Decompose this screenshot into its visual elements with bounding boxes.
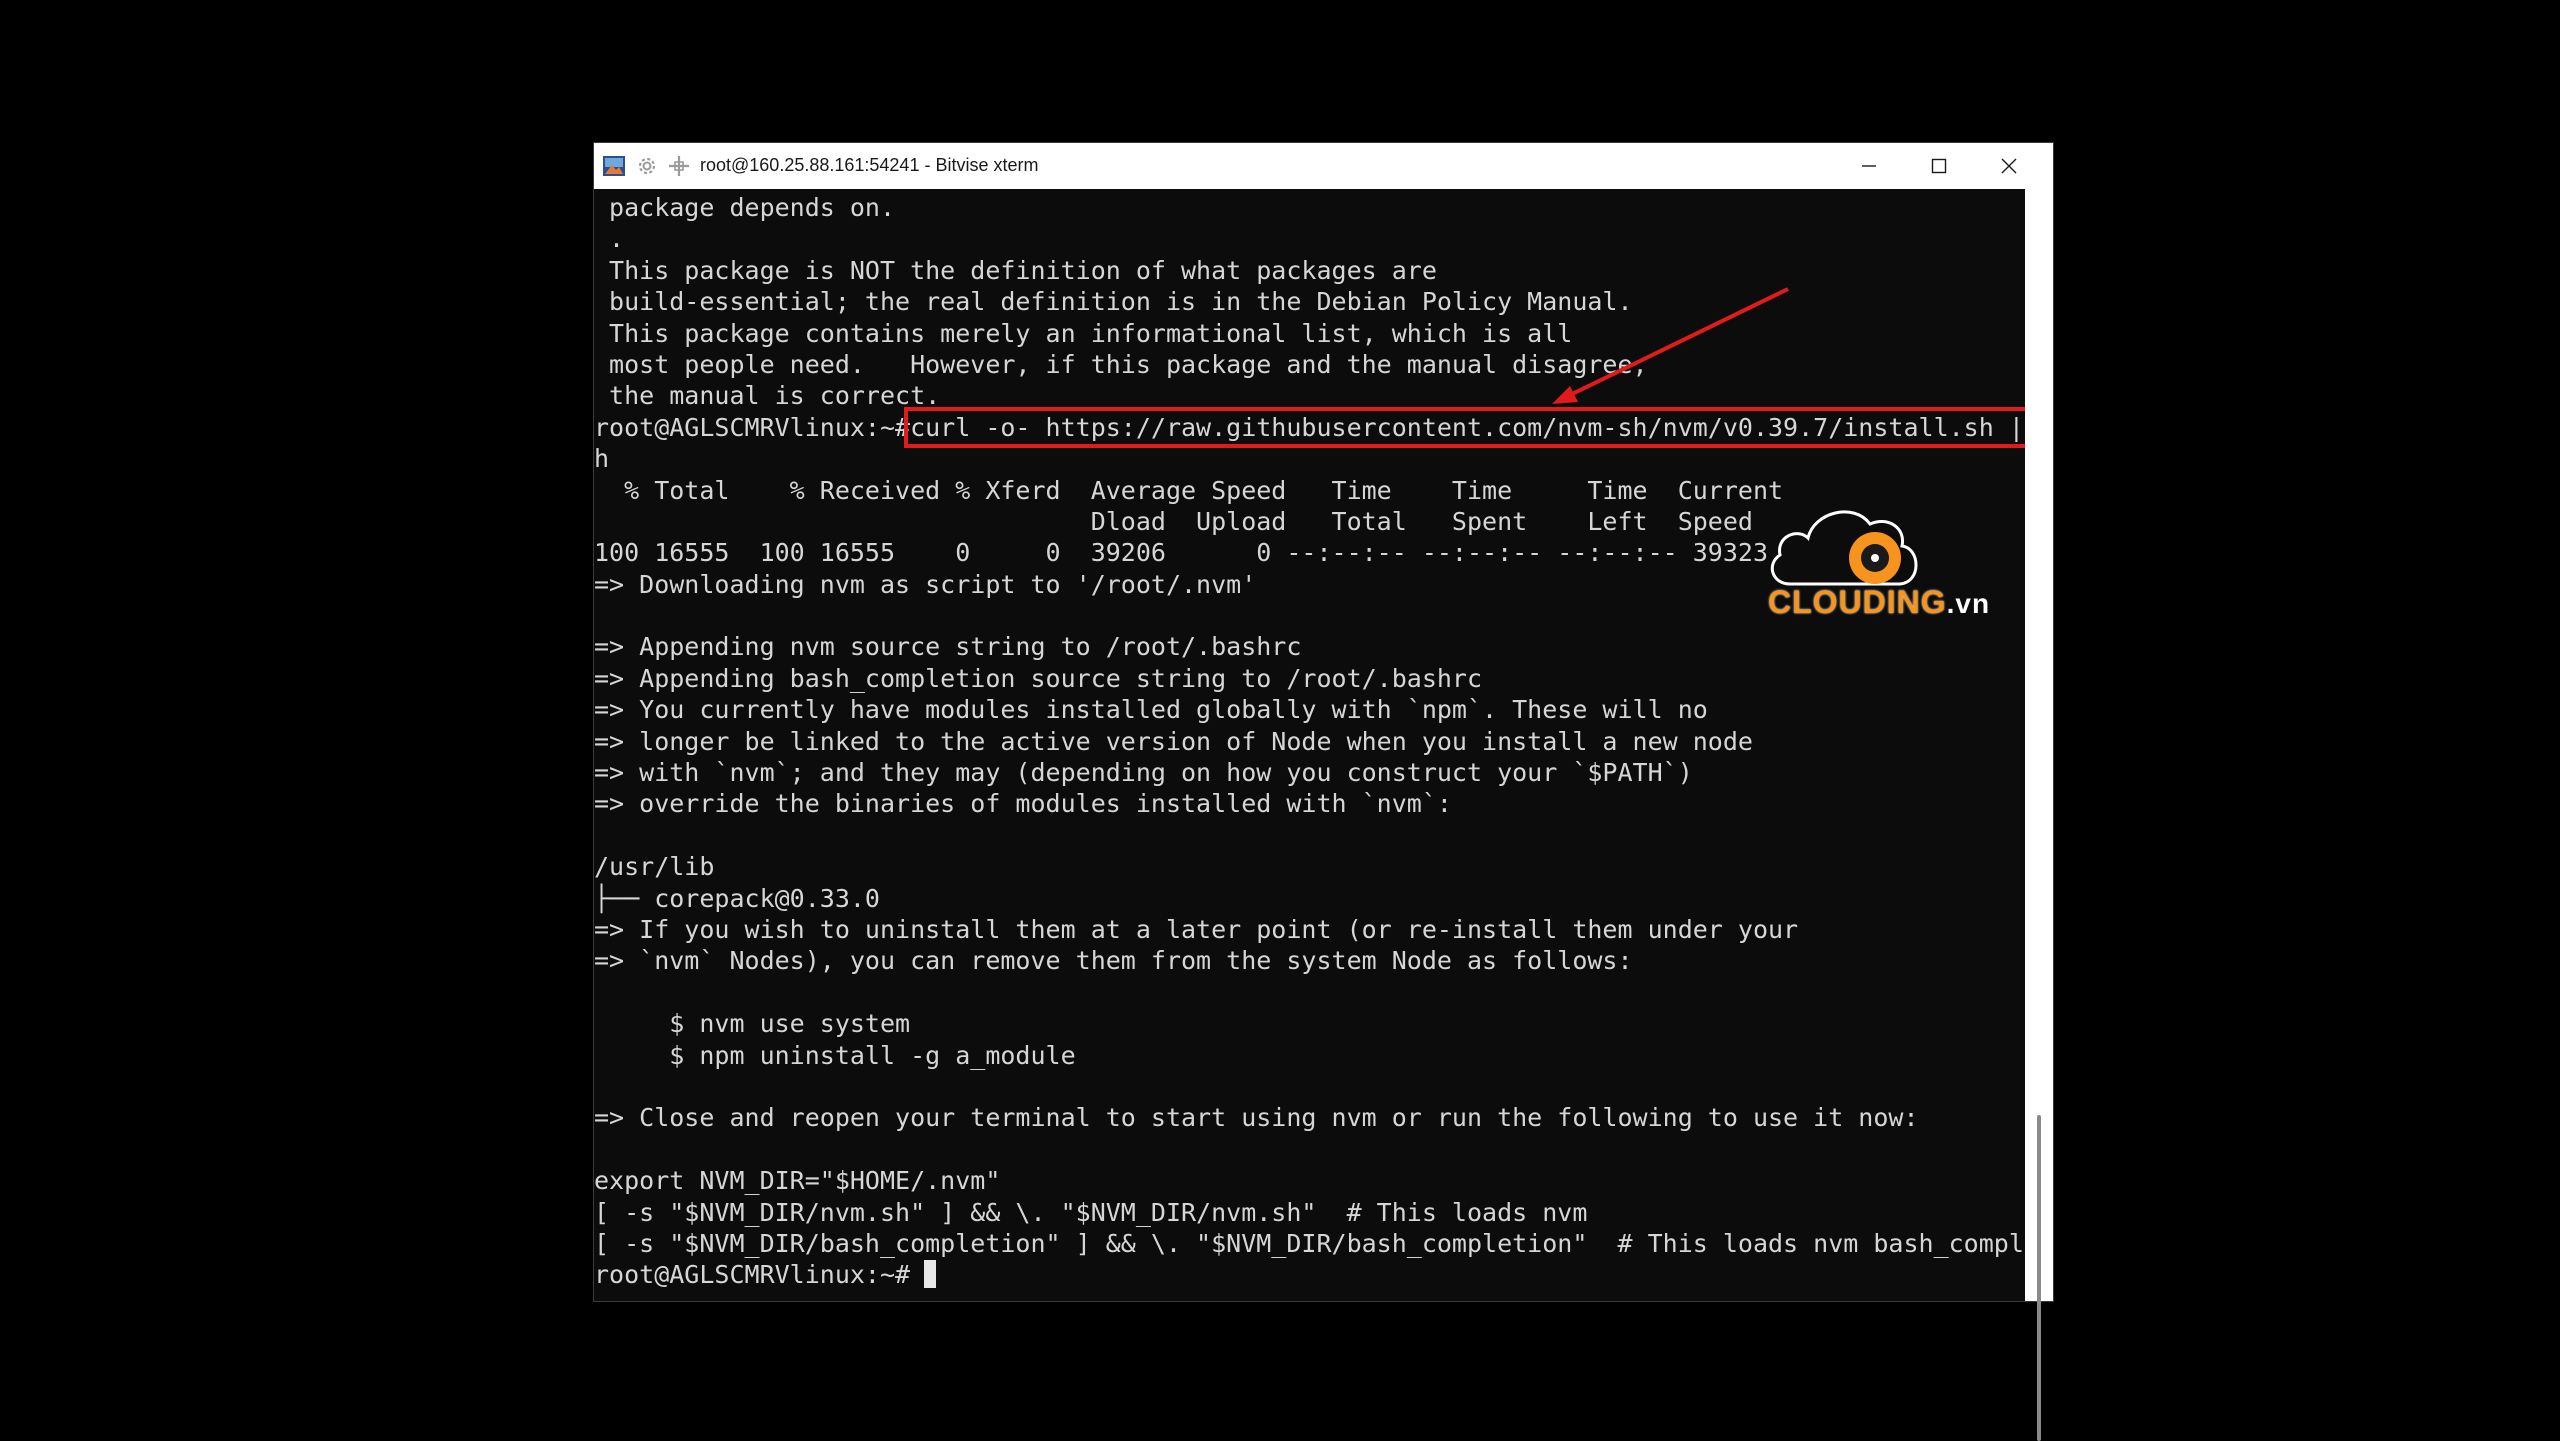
new-terminal-icon[interactable] [667, 154, 691, 178]
text-cursor [924, 1260, 937, 1289]
terminal-line: export NVM_DIR="$HOME/.nvm" [594, 1166, 1001, 1196]
maximize-icon [1931, 158, 1947, 174]
window-title: root@160.25.88.161:54241 - Bitvise xterm [700, 155, 1039, 175]
terminal-line: $ nvm use system [594, 1009, 911, 1039]
terminal-line: h [594, 444, 610, 474]
terminal-line: => If you wish to uninstall them at a la… [594, 914, 1799, 944]
close-icon [2001, 158, 2017, 174]
terminal-line: => Appending nvm source string to /root/… [594, 632, 1302, 662]
terminal-line: build-essential; the real definition is … [594, 287, 1633, 317]
minimize-button[interactable] [1834, 143, 1904, 189]
bitvise-app-icon[interactable] [602, 154, 626, 178]
vertical-scrollbar[interactable] [2025, 189, 2053, 1441]
terminal-window: root@160.25.88.161:54241 - Bitvise xterm… [594, 143, 2053, 1441]
terminal-line: => with `nvm`; and they may (depending o… [594, 758, 1693, 788]
minimize-icon [1862, 165, 1876, 167]
terminal-output[interactable]: package depends on. . This package is NO… [594, 189, 2025, 1301]
title-bar[interactable]: root@160.25.88.161:54241 - Bitvise xterm [594, 143, 2053, 189]
shell-prompt: root@AGLSCMRVlinux:~# [594, 412, 911, 442]
terminal-line: the manual is correct. [594, 381, 941, 411]
terminal-line: /usr/lib [594, 852, 715, 882]
logo-tld-text: .vn [1946, 588, 1991, 619]
prompt-cursor-line: root@AGLSCMRVlinux:~# [594, 1259, 2025, 1290]
terminal-line: ├── corepack@0.33.0 [594, 883, 880, 913]
terminal-line: $ npm uninstall -g a_module [594, 1040, 1076, 1070]
vertical-scrollbar-thumb[interactable] [2037, 1115, 2041, 1441]
close-button[interactable] [1974, 143, 2044, 189]
clouding-logo: CLOUDING.vn [1762, 492, 2008, 632]
cloud-logo-icon [1770, 510, 1918, 586]
terminal-text: package depends on. . This package is NO… [594, 192, 2025, 1291]
terminal-line: This package is NOT the definition of wh… [594, 255, 1437, 285]
terminal-line: most people need. However, if this packa… [594, 349, 1648, 379]
terminal-line: => override the binaries of modules inst… [594, 789, 1452, 819]
terminal-line: [ -s "$NVM_DIR/nvm.sh" ] && \. "$NVM_DIR… [594, 1197, 1588, 1227]
terminal-line: => longer be linked to the active versio… [594, 726, 1753, 756]
highlighted-command: curl -o- https://raw.githubusercontent.c… [904, 406, 2025, 448]
terminal-line: => Close and reopen your terminal to sta… [594, 1103, 1919, 1133]
settings-gear-icon[interactable] [635, 154, 659, 178]
terminal-line: => Appending bash_completion source stri… [594, 663, 1483, 693]
shell-prompt: root@AGLSCMRVlinux:~# [594, 1260, 911, 1290]
terminal-line: => You currently have modules installed … [594, 695, 1708, 725]
terminal-line: [ -s "$NVM_DIR/bash_completion" ] && \. … [594, 1228, 2025, 1258]
terminal-line: This package contains merely an informat… [594, 318, 1573, 348]
prompt-command-line: root@AGLSCMRVlinux:~#curl -o- https://ra… [594, 406, 2025, 448]
terminal-line: . [594, 224, 625, 254]
maximize-button[interactable] [1904, 143, 1974, 189]
terminal-line: => `nvm` Nodes), you can remove them fro… [594, 946, 1633, 976]
logo-brand-text: CLOUDING [1768, 584, 1947, 620]
terminal-line: package depends on. [594, 193, 896, 222]
